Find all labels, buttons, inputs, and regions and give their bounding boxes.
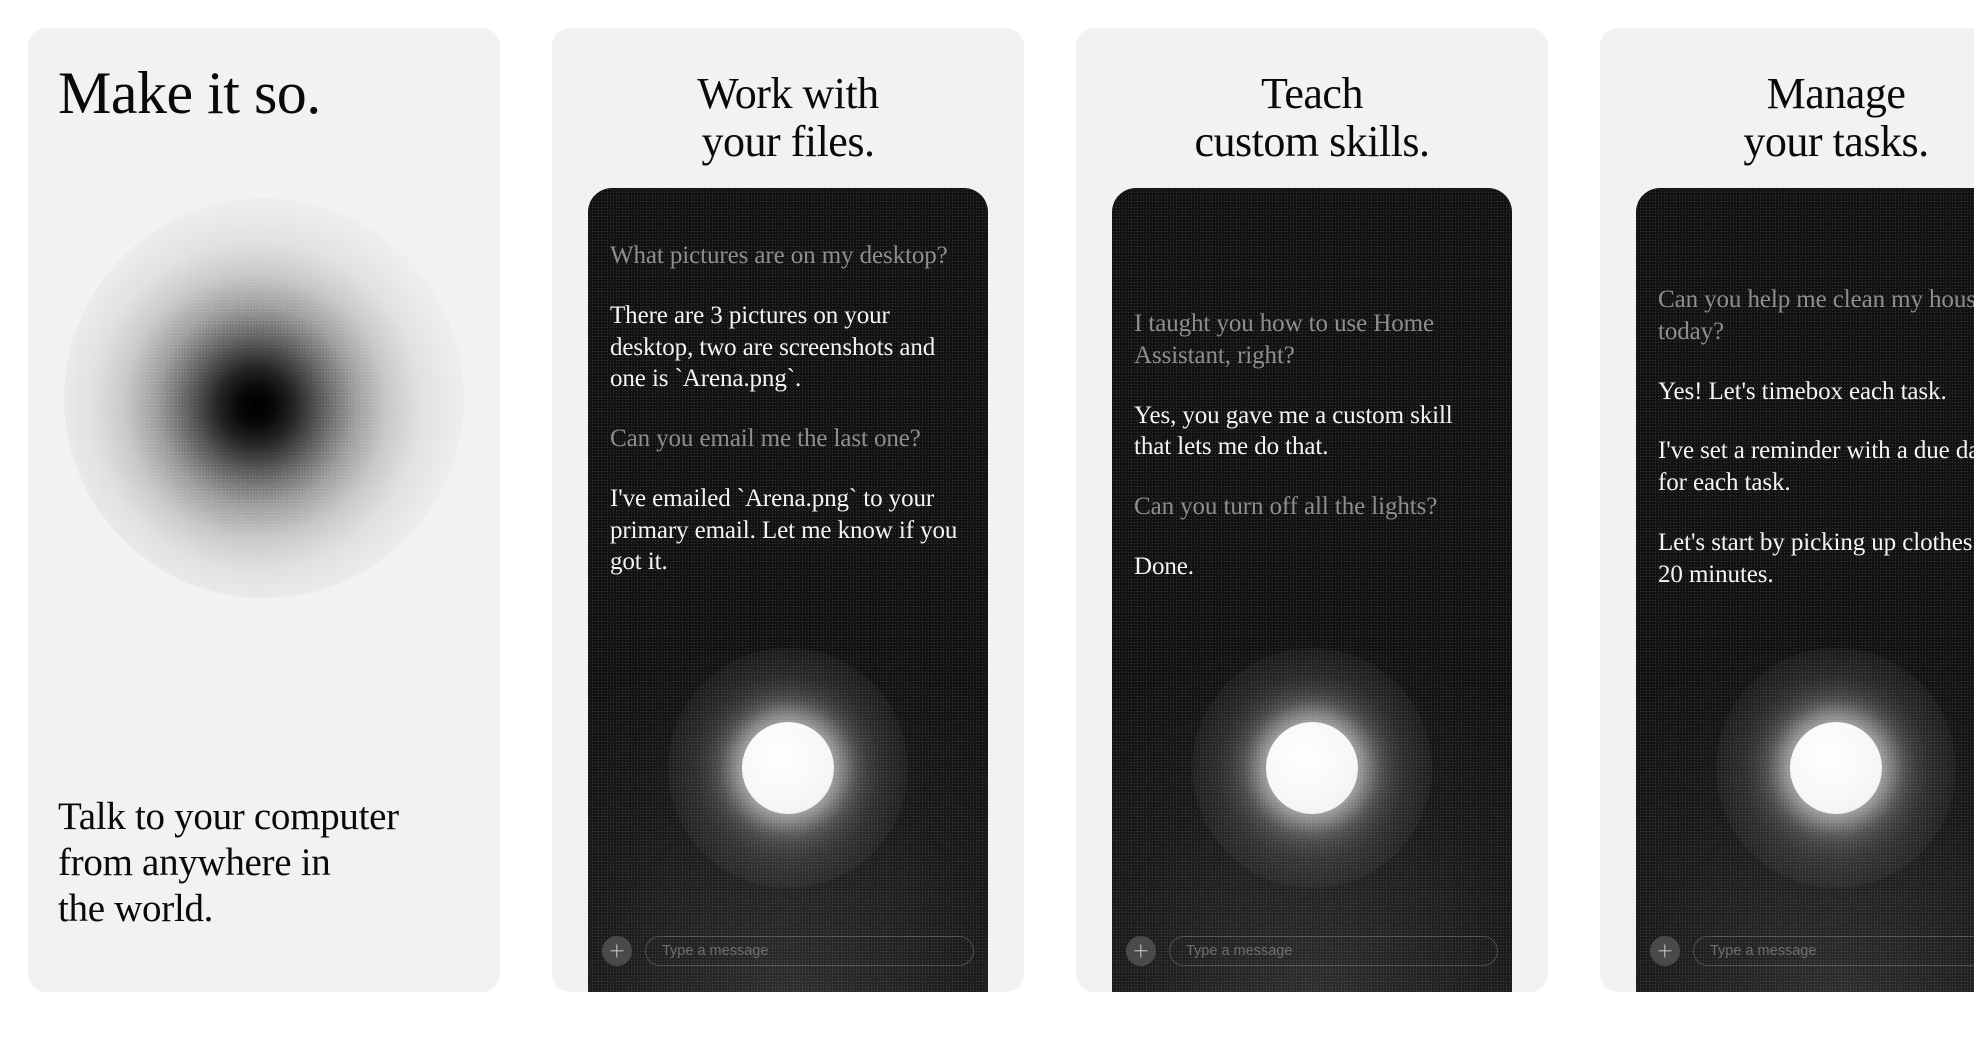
phone-mockup-skills: I taught you how to use Home Assistant, … [1112, 188, 1512, 992]
chat-message-agent: Let's start by picking up clothes for 20… [1658, 528, 1974, 588]
chat-message-agent: There are 3 pictures on your desktop, tw… [610, 301, 936, 393]
voice-orb-tasks[interactable] [1636, 648, 1974, 888]
chat-message-agent: Yes! Let's timebox each task. [1658, 377, 1947, 405]
chat-message-user: Can you email me the last one? [610, 425, 921, 452]
voice-orb-disc [1790, 722, 1882, 814]
hero-heading: Make it so. [58, 60, 321, 126]
phone-mockup-tasks: Can you help me clean my house today? Ye… [1636, 188, 1974, 992]
phone-mockup-files: What pictures are on my desktop? There a… [588, 188, 988, 992]
plus-icon-button[interactable] [1650, 936, 1680, 966]
message-input[interactable] [1169, 936, 1498, 966]
chat-transcript-tasks: Can you help me clean my house today? Ye… [1658, 284, 1974, 590]
chat-message-agent: Yes, you gave me a custom skill that let… [1134, 401, 1453, 461]
feature-card-board: Make it so. Talk to your computer from a… [0, 0, 1974, 1040]
files-heading: Work with your files. [697, 69, 879, 166]
message-input[interactable] [1693, 936, 1974, 966]
hero-orb [28, 118, 500, 678]
hero-orb-core [64, 198, 464, 598]
hero-tagline: Talk to your computer from anywhere in t… [58, 794, 399, 930]
message-input[interactable] [645, 936, 974, 966]
skills-heading: Teach custom skills. [1194, 69, 1430, 166]
plus-icon-button[interactable] [602, 936, 632, 966]
chat-message-user: What pictures are on my desktop? [610, 242, 948, 269]
tasks-heading: Manage your tasks. [1743, 69, 1929, 166]
voice-orb-disc [742, 722, 834, 814]
chat-message-agent: Done. [1134, 552, 1194, 580]
card-files: Work with your files. What pictures are … [552, 28, 1024, 992]
hero-orb-grain [28, 118, 500, 678]
card-skills: Teach custom skills. I taught you how to… [1076, 28, 1548, 992]
chat-transcript-skills: I taught you how to use Home Assistant, … [1134, 308, 1490, 583]
composer-files [602, 936, 974, 966]
plus-icon-button[interactable] [1126, 936, 1156, 966]
chat-message-user: Can you turn off all the lights? [1134, 493, 1438, 520]
composer-tasks [1650, 936, 1974, 966]
chat-message-user: Can you help me clean my house today? [1658, 286, 1974, 345]
composer-skills [1126, 936, 1498, 966]
chat-transcript-files: What pictures are on my desktop? There a… [610, 240, 966, 578]
voice-orb-halo [1716, 648, 1956, 888]
chat-message-user: I taught you how to use Home Assistant, … [1134, 310, 1434, 369]
voice-orb-files[interactable] [588, 648, 988, 888]
voice-orb-halo [1192, 648, 1432, 888]
voice-orb-skills[interactable] [1112, 648, 1512, 888]
voice-orb-halo [668, 648, 908, 888]
card-tasks: Manage your tasks. Can you help me clean… [1600, 28, 1974, 992]
voice-orb-disc [1266, 722, 1358, 814]
card-hero: Make it so. Talk to your computer from a… [28, 28, 500, 992]
chat-message-agent: I've emailed `Arena.png` to your primary… [610, 484, 958, 576]
chat-message-agent: I've set a reminder with a due date for … [1658, 437, 1974, 496]
